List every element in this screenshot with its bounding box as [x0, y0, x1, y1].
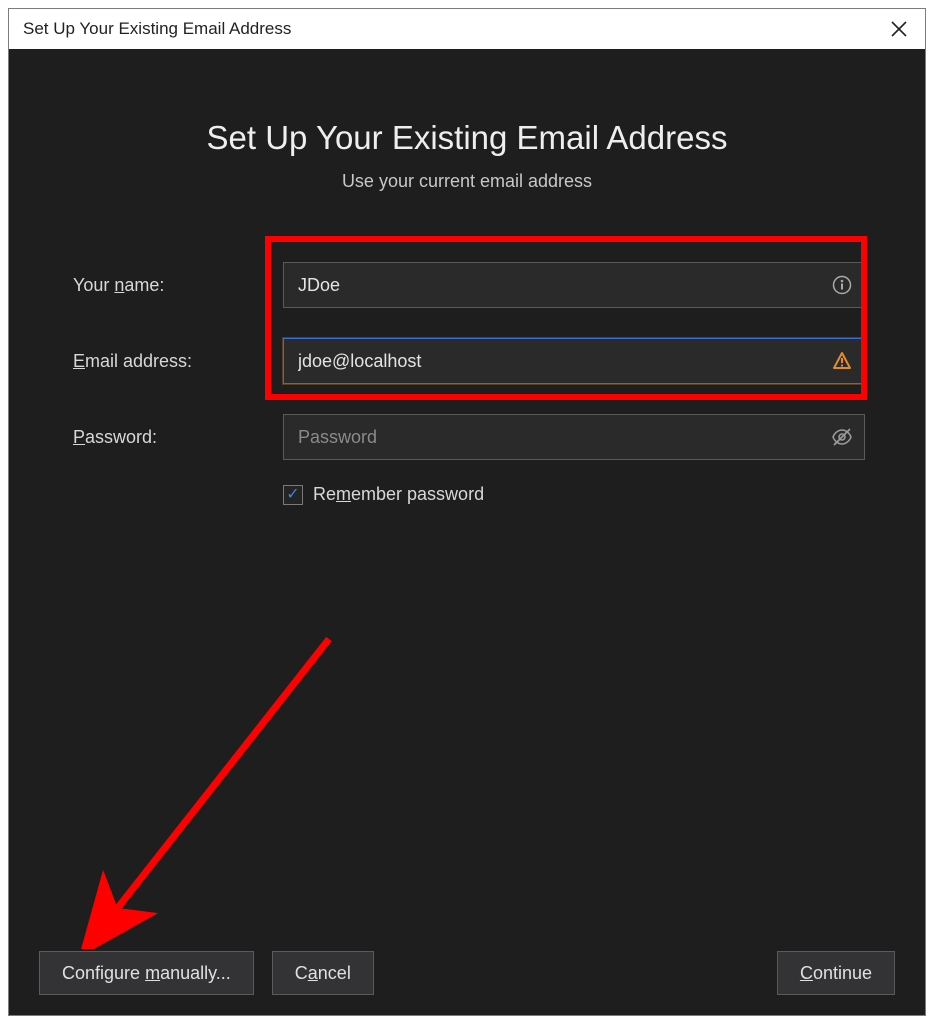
window-title: Set Up Your Existing Email Address [23, 19, 291, 39]
remember-label: Remember password [313, 484, 484, 505]
name-row: Your name: [73, 262, 865, 308]
close-icon [891, 21, 907, 37]
email-input[interactable] [283, 338, 865, 384]
titlebar: Set Up Your Existing Email Address [9, 9, 925, 49]
name-label: Your name: [73, 275, 283, 296]
remember-checkbox[interactable]: ✓ [283, 485, 303, 505]
dialog-heading: Set Up Your Existing Email Address [69, 119, 865, 157]
password-input[interactable] [283, 414, 865, 460]
remember-row: ✓ Remember password [283, 484, 865, 505]
configure-manually-button[interactable]: Configure manually... [39, 951, 254, 995]
dialog-content: Set Up Your Existing Email Address Use y… [9, 49, 925, 1015]
warning-icon [831, 350, 853, 372]
dialog-subheading: Use your current email address [69, 171, 865, 192]
dialog-window: Set Up Your Existing Email Address Set U… [8, 8, 926, 1016]
continue-button[interactable]: Continue [777, 951, 895, 995]
cancel-button[interactable]: Cancel [272, 951, 374, 995]
email-row: Email address: [73, 338, 865, 384]
dialog-footer: Configure manually... Cancel Continue [39, 951, 895, 995]
password-label: Password: [73, 427, 283, 448]
email-form: Your name: Email address: [73, 262, 865, 505]
annotation-arrow [69, 619, 349, 949]
email-label: Email address: [73, 351, 283, 372]
eye-off-icon[interactable] [831, 426, 853, 448]
info-icon[interactable] [831, 274, 853, 296]
close-button[interactable] [885, 15, 913, 43]
check-icon: ✓ [286, 487, 299, 503]
name-input[interactable] [283, 262, 865, 308]
password-row: Password: [73, 414, 865, 460]
